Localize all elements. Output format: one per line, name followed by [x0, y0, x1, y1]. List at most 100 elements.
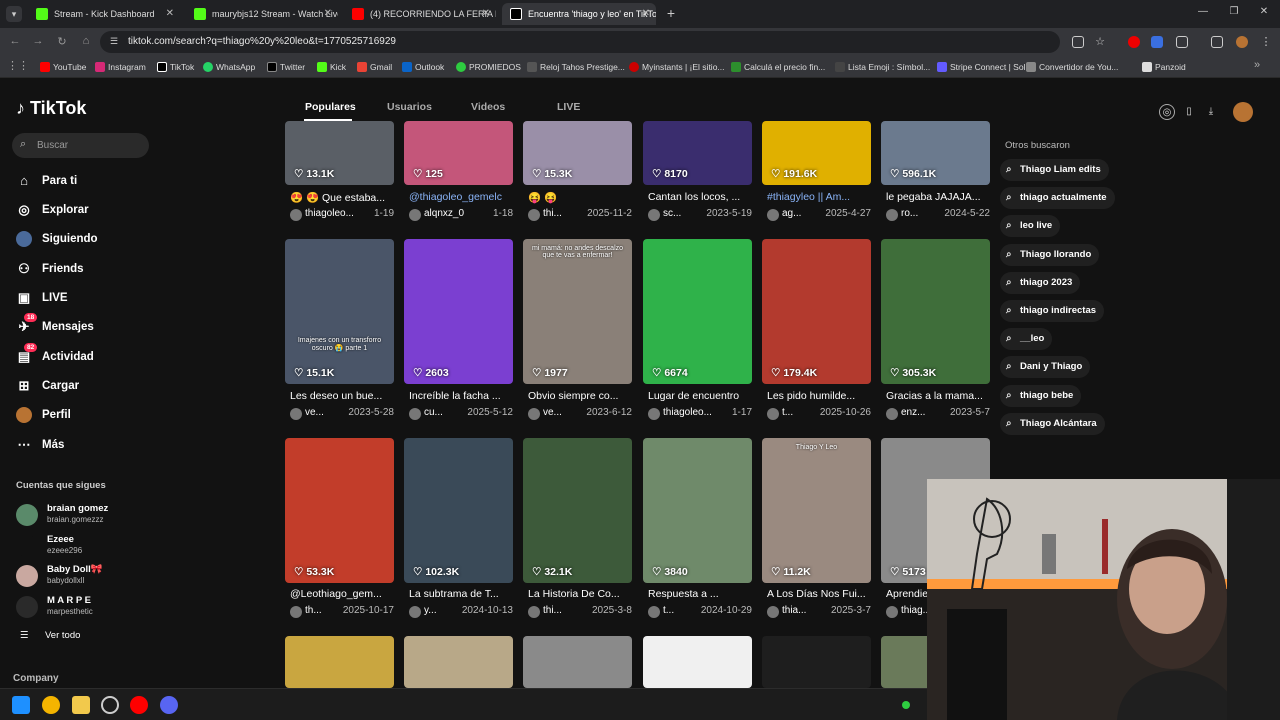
video-title[interactable]: @thiagoleo_gemelc: [409, 191, 515, 203]
video-title[interactable]: 😝 😝: [528, 191, 634, 204]
video-title[interactable]: Gracias a la mama...: [886, 390, 992, 402]
video-thumbnail[interactable]: ♡ 2603: [404, 239, 513, 384]
profile-avatar[interactable]: [1233, 102, 1253, 122]
url-text[interactable]: tiktok.com/search?q=thiago%20y%20leo&t=1…: [128, 31, 396, 53]
bookmark-outlook[interactable]: Outlook: [402, 61, 444, 73]
following-account[interactable]: Baby Doll🎀 babydollxll: [16, 563, 156, 589]
following-account[interactable]: braian gomez braian.gomezzz: [16, 502, 156, 528]
related-search-chip[interactable]: ⌕ Thiago Alcántara: [1000, 412, 1105, 435]
browser-tab-kick-dashboard[interactable]: Stream - Kick Dashboard ✕: [28, 3, 180, 25]
tab-search-icon[interactable]: ▾: [6, 6, 22, 22]
address-bar[interactable]: ☰ tiktok.com/search?q=thiago%20y%20leo&t…: [100, 31, 1060, 53]
see-all-link[interactable]: ☰ Ver todo: [20, 630, 80, 642]
youtube-taskbar-icon[interactable]: [130, 696, 148, 714]
chrome-menu-icon[interactable]: ⋮: [1259, 35, 1273, 48]
video-thumbnail[interactable]: ♡ 6674: [643, 239, 752, 384]
tray-icon[interactable]: [902, 701, 910, 709]
bookmark-twitter[interactable]: Twitter: [267, 61, 305, 73]
related-search-chip[interactable]: ⌕ thiago indirectas: [1000, 300, 1105, 322]
video-thumbnail[interactable]: ♡ 305.3K: [881, 239, 990, 384]
video-author-row[interactable]: thi... 2025-11-2: [528, 208, 638, 222]
bookmark-calcula[interactable]: Calculá el precio fin...: [731, 61, 825, 73]
install-app-icon[interactable]: [1072, 36, 1084, 48]
nav-siguiendo[interactable]: Siguiendo: [16, 228, 146, 250]
video-author-row[interactable]: ro... 2024-5-22: [886, 208, 996, 222]
video-author-row[interactable]: ag... 2025-4-27: [767, 208, 877, 222]
media-icon[interactable]: [1211, 36, 1223, 48]
video-thumbnail[interactable]: ♡ 3840: [643, 438, 752, 583]
bookmark-youtube[interactable]: YouTube: [40, 61, 86, 73]
video-title[interactable]: #thiagyleo || Am...: [767, 191, 873, 203]
tab-live[interactable]: LIVE: [557, 101, 580, 113]
nav-friends[interactable]: ⚇ Friends: [16, 258, 146, 280]
related-search-chip[interactable]: ⌕ Thiago Liam edits: [1000, 159, 1109, 181]
nav-live[interactable]: ▣ LIVE: [16, 287, 146, 309]
video-thumbnail[interactable]: ♡ 53.3K: [285, 438, 394, 583]
related-search-chip[interactable]: ⌕ thiago 2023: [1000, 271, 1081, 294]
nav-mensajes[interactable]: ✈ 18 Mensajes: [16, 313, 146, 338]
nav-perfil[interactable]: Perfil: [16, 404, 146, 426]
video-author-row[interactable]: thiagoleo... 1-19: [290, 208, 400, 222]
video-title[interactable]: Lugar de encuentro: [648, 390, 754, 402]
nav-explorar[interactable]: ◎ Explorar: [16, 199, 146, 221]
forward-icon[interactable]: →: [31, 35, 45, 47]
video-author-row[interactable]: alqnxz_0 1-18: [409, 208, 519, 222]
bookmark-promiedos[interactable]: PROMIEDOS: [456, 61, 521, 73]
browser-tab-tiktok[interactable]: Encuentra 'thiago y leo' en TikTok ✕: [502, 3, 656, 25]
extension-record-icon[interactable]: [1128, 36, 1140, 48]
home-icon[interactable]: ⌂: [79, 35, 93, 47]
video-title[interactable]: La subtrama de T...: [409, 588, 515, 600]
tab-videos[interactable]: Videos: [471, 101, 505, 113]
bookmark-whatsapp[interactable]: WhatsApp: [203, 61, 255, 73]
video-title[interactable]: 😍 😍 Que estaba...: [290, 191, 396, 204]
video-thumbnail[interactable]: [523, 636, 632, 688]
tab-populares[interactable]: Populares: [305, 101, 356, 113]
video-title[interactable]: @Leothiago_gem...: [290, 588, 396, 600]
maximize-icon[interactable]: ❐: [1224, 6, 1244, 17]
video-author-row[interactable]: thi... 2025-3-8: [528, 605, 638, 619]
related-search-chip[interactable]: ⌕ thiago bebe: [1000, 384, 1082, 407]
video-thumbnail[interactable]: mi mamá: no andes descalzo que te vas a …: [523, 239, 632, 384]
video-thumbnail[interactable]: ♡ 13.1K: [285, 121, 394, 185]
extensions-icon[interactable]: [1176, 36, 1188, 48]
window-close-icon[interactable]: ✕: [1254, 6, 1274, 17]
video-thumbnail[interactable]: ♡ 15.3K: [523, 121, 632, 185]
video-thumbnail[interactable]: ♡ 596.1K: [881, 121, 990, 185]
device-icon[interactable]: ▯: [1181, 104, 1197, 120]
video-title[interactable]: Les deseo un bue...: [290, 390, 396, 402]
nav-mas[interactable]: ⋯ Más: [16, 434, 146, 456]
video-author-row[interactable]: th... 2025-10-17: [290, 605, 400, 619]
bookmark-gmail[interactable]: Gmail: [357, 61, 392, 73]
profile-avatar-icon[interactable]: [1236, 36, 1248, 48]
tiktok-logo[interactable]: ♪ TikTok: [16, 98, 86, 119]
video-title[interactable]: Increíble la facha ...: [409, 390, 515, 402]
tab-usuarios[interactable]: Usuarios: [387, 101, 432, 113]
video-author-row[interactable]: t... 2025-10-26: [767, 407, 877, 421]
video-thumbnail[interactable]: ♡ 125: [404, 121, 513, 185]
close-icon[interactable]: ✕: [482, 3, 490, 25]
apps-icon[interactable]: ⋮⋮: [7, 59, 29, 72]
video-title[interactable]: Les pido humilde...: [767, 390, 873, 402]
video-author-row[interactable]: ve... 2023-5-28: [290, 407, 400, 421]
more-bookmarks-icon[interactable]: »: [1250, 59, 1264, 71]
video-author-row[interactable]: t... 2024-10-29: [648, 605, 758, 619]
bookmark-instagram[interactable]: Instagram: [95, 61, 146, 73]
bookmark-panzoid[interactable]: Panzoid: [1142, 61, 1186, 73]
coins-icon[interactable]: ◎: [1159, 104, 1175, 120]
bookmark-tiktok[interactable]: TikTok: [157, 61, 194, 73]
video-author-row[interactable]: enz... 2023-5-7: [886, 407, 996, 421]
discord-taskbar-icon[interactable]: [160, 696, 178, 714]
bookmark-emoji[interactable]: Lista Emoji : Símbol...: [835, 61, 930, 73]
windows-start-icon[interactable]: [12, 696, 30, 714]
minimize-icon[interactable]: —: [1193, 6, 1213, 17]
video-author-row[interactable]: sc... 2023-5-19: [648, 208, 758, 222]
bookmark-reloj[interactable]: Reloj Tahos Prestige...: [527, 61, 625, 73]
close-icon[interactable]: ✕: [642, 3, 650, 25]
related-search-chip[interactable]: ⌕ thiago actualmente: [1000, 187, 1115, 210]
video-title[interactable]: A Los Días Nos Fui...: [767, 588, 873, 600]
video-author-row[interactable]: cu... 2025-5-12: [409, 407, 519, 421]
reload-icon[interactable]: ↻: [55, 35, 69, 48]
following-account[interactable]: Ezeee ezeee296: [16, 533, 156, 559]
video-title[interactable]: La Historia De Co...: [528, 588, 634, 600]
video-thumbnail[interactable]: [643, 636, 752, 688]
